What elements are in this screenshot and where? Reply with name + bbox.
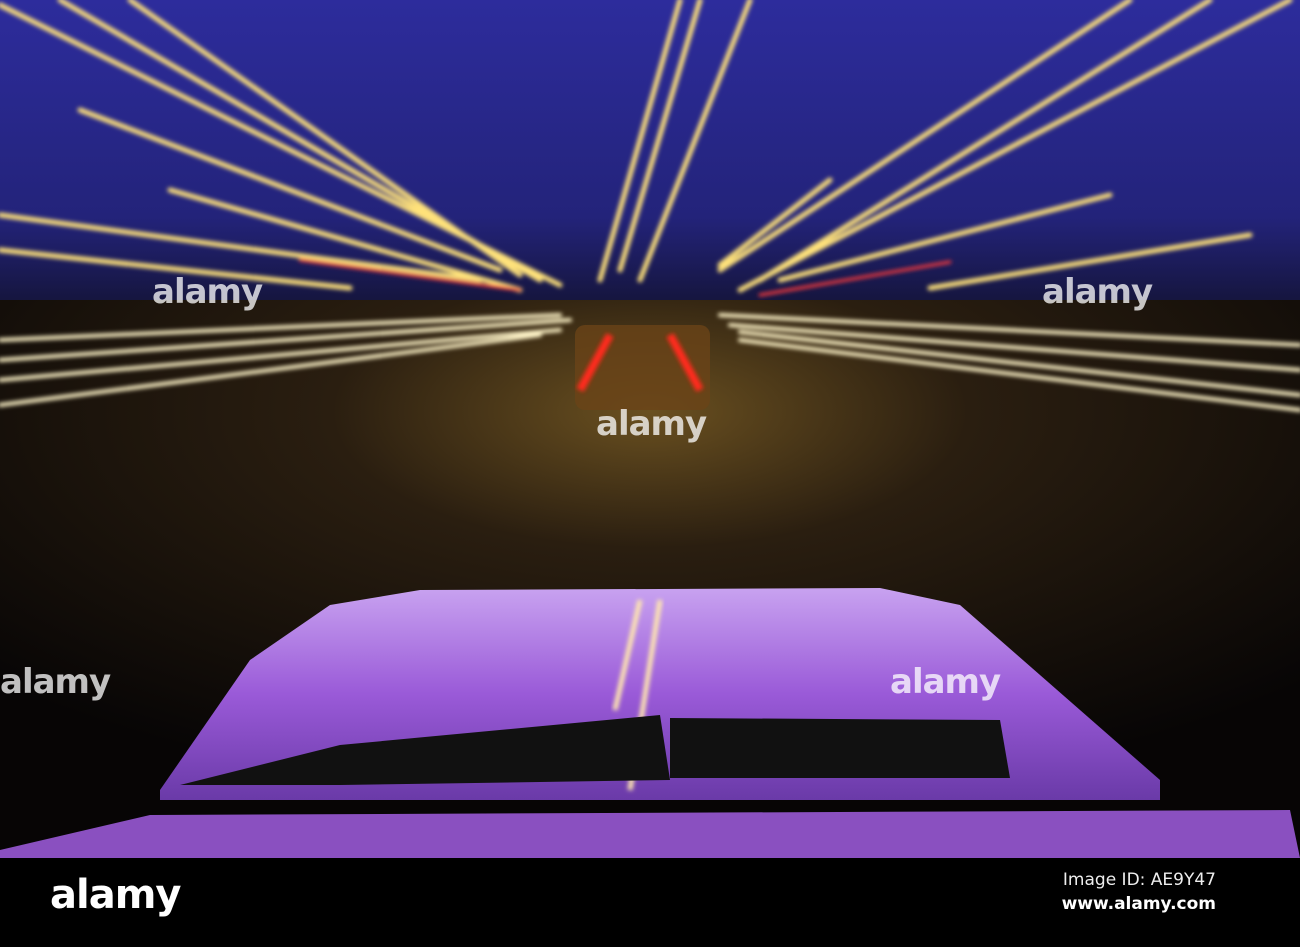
watermark: alamy <box>152 272 263 312</box>
alamy-logo: alamy <box>50 872 181 918</box>
footer-bar: alamy Image ID: AE9Y47 www.alamy.com <box>0 858 1300 947</box>
image-id: Image ID: AE9Y47 <box>1062 870 1216 890</box>
site-url: www.alamy.com <box>1061 894 1216 914</box>
watermark: alamy <box>596 404 707 444</box>
watermark: alamy <box>1042 272 1153 312</box>
car-ahead <box>575 325 710 410</box>
watermark: alamy <box>0 662 111 702</box>
car-dash <box>0 810 1300 858</box>
watermark: alamy <box>890 662 1001 702</box>
stock-photo: alamy alamy alamy alamy alamy alamy Imag… <box>0 0 1300 947</box>
